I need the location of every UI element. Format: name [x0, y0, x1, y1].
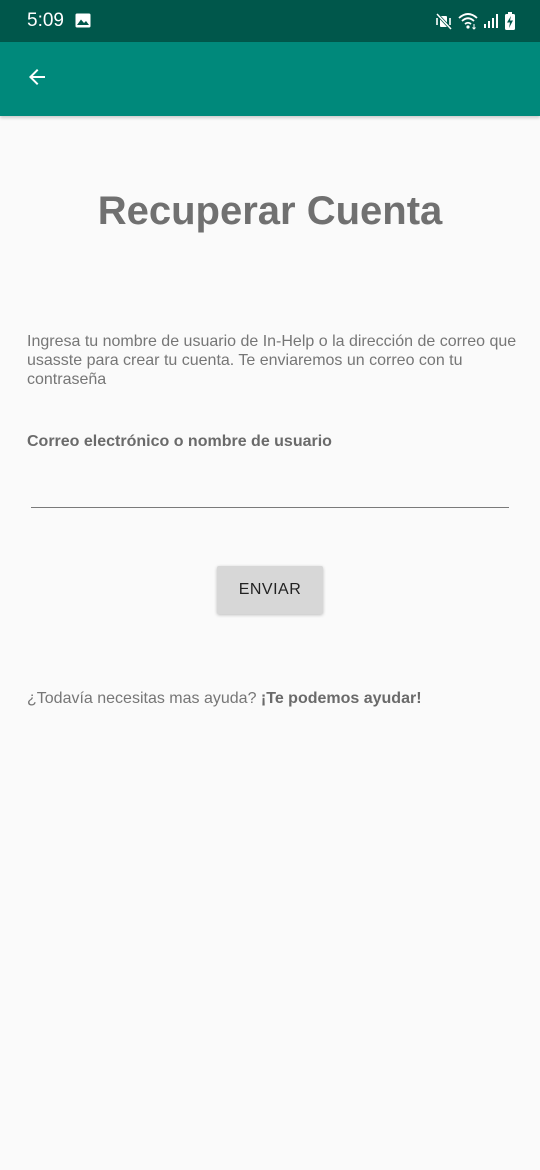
instructions-text: Ingresa tu nombre de usuario de In-Help … — [27, 333, 517, 388]
back-button[interactable] — [16, 58, 58, 100]
wifi-icon — [458, 12, 478, 30]
help-line: ¿Todavía necesitas mas ayuda? ¡Te podemo… — [27, 689, 422, 708]
app-bar — [0, 42, 540, 116]
status-icons — [435, 11, 516, 31]
signal-icon — [483, 13, 499, 29]
help-link[interactable]: ¡Te podemos ayudar! — [261, 690, 422, 707]
mute-vibrate-icon — [435, 12, 453, 30]
battery-charging-icon — [504, 12, 516, 30]
status-bar: 5:09 — [0, 0, 540, 42]
send-button[interactable]: ENVIAR — [217, 566, 323, 614]
email-or-username-input[interactable] — [31, 470, 509, 508]
image-icon — [75, 13, 91, 28]
help-text: ¿Todavía necesitas mas ayuda? — [27, 690, 261, 707]
arrow-back-icon — [25, 65, 49, 94]
status-time: 5:09 — [27, 10, 64, 31]
page-title: Recuperar Cuenta — [97, 189, 443, 233]
field-label: Correo electrónico o nombre de usuario — [27, 433, 332, 450]
